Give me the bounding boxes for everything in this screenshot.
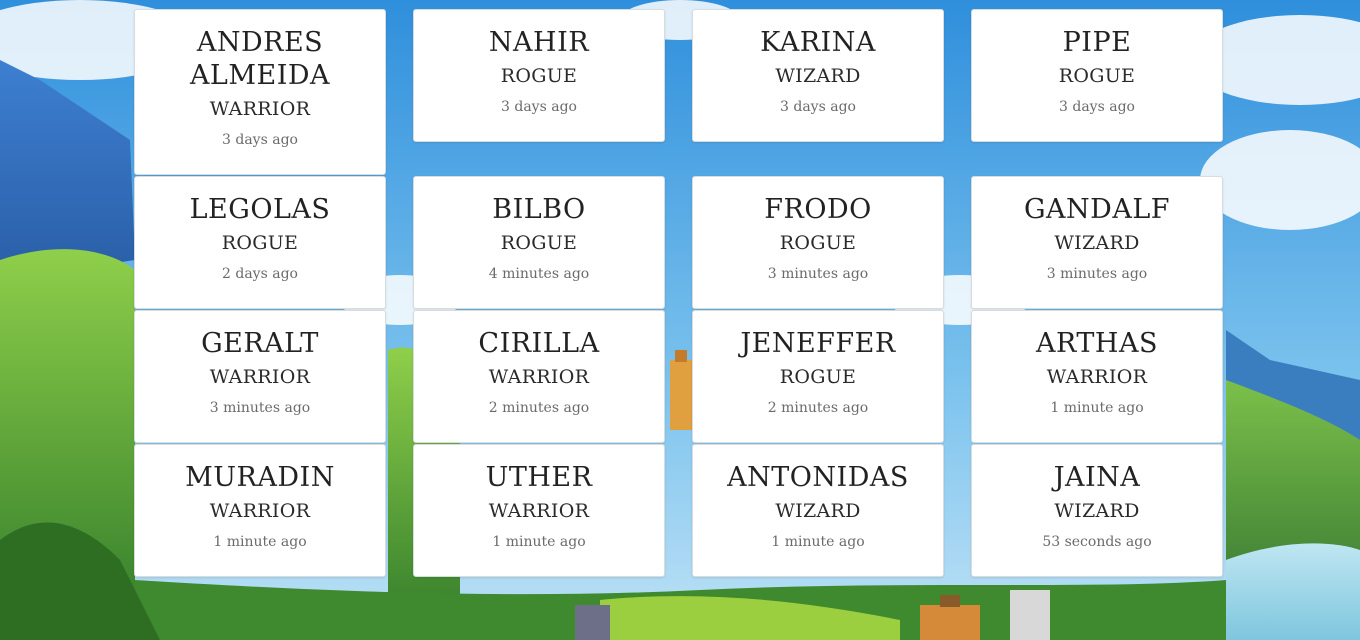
character-card[interactable]: JAINA WIZARD 53 seconds ago <box>971 444 1223 577</box>
character-card[interactable]: KARINA WIZARD 3 days ago <box>692 9 944 142</box>
character-name: PIPE <box>1062 27 1132 58</box>
character-timestamp: 3 days ago <box>501 99 577 115</box>
character-name: FRODO <box>764 194 872 225</box>
character-timestamp: 53 seconds ago <box>1042 534 1152 550</box>
character-name: JENEFFER <box>740 328 896 359</box>
character-name: JAINA <box>1053 462 1141 493</box>
character-class: ROGUE <box>221 232 299 254</box>
character-timestamp: 2 days ago <box>222 266 298 282</box>
character-class: WIZARD <box>1054 500 1140 522</box>
character-timestamp: 1 minute ago <box>492 534 586 550</box>
character-name: BILBO <box>492 194 586 225</box>
character-card[interactable]: FRODO ROGUE 3 minutes ago <box>692 176 944 309</box>
character-grid: ANDRES ALMEIDA WARRIOR 3 days ago NAHIR … <box>0 0 1360 640</box>
character-class: WARRIOR <box>209 98 311 120</box>
character-card[interactable]: PIPE ROGUE 3 days ago <box>971 9 1223 142</box>
character-card[interactable]: ARTHAS WARRIOR 1 minute ago <box>971 310 1223 443</box>
character-name: KARINA <box>760 27 876 58</box>
character-timestamp: 3 days ago <box>222 132 298 148</box>
character-timestamp: 2 minutes ago <box>488 400 590 416</box>
character-class: WIZARD <box>1054 232 1140 254</box>
character-name: MURADIN <box>185 462 335 493</box>
character-card[interactable]: UTHER WARRIOR 1 minute ago <box>413 444 665 577</box>
character-timestamp: 3 minutes ago <box>1046 266 1148 282</box>
character-card[interactable]: ANDRES ALMEIDA WARRIOR 3 days ago <box>134 9 386 175</box>
character-class: ROGUE <box>1058 65 1136 87</box>
character-class: WARRIOR <box>488 366 590 388</box>
character-class: WARRIOR <box>488 500 590 522</box>
character-name: ANTONIDAS <box>727 462 909 493</box>
character-class: ROGUE <box>500 232 578 254</box>
character-name: GANDALF <box>1023 194 1170 225</box>
character-card[interactable]: NAHIR ROGUE 3 days ago <box>413 9 665 142</box>
character-class: WARRIOR <box>1046 366 1148 388</box>
character-card[interactable]: ANTONIDAS WIZARD 1 minute ago <box>692 444 944 577</box>
character-class: WARRIOR <box>209 366 311 388</box>
character-timestamp: 1 minute ago <box>213 534 307 550</box>
character-card[interactable]: JENEFFER ROGUE 2 minutes ago <box>692 310 944 443</box>
character-timestamp: 3 days ago <box>1059 99 1135 115</box>
character-timestamp: 3 minutes ago <box>767 266 869 282</box>
character-class: ROGUE <box>779 366 857 388</box>
character-timestamp: 1 minute ago <box>771 534 865 550</box>
character-name: LEGOLAS <box>189 194 331 225</box>
character-class: ROGUE <box>500 65 578 87</box>
character-timestamp: 2 minutes ago <box>767 400 869 416</box>
character-class: ROGUE <box>779 232 857 254</box>
character-name: CIRILLA <box>478 328 600 359</box>
character-name: GERALT <box>201 328 319 359</box>
character-name: UTHER <box>485 462 593 493</box>
character-timestamp: 1 minute ago <box>1050 400 1144 416</box>
character-card[interactable]: LEGOLAS ROGUE 2 days ago <box>134 176 386 309</box>
character-card[interactable]: GANDALF WIZARD 3 minutes ago <box>971 176 1223 309</box>
character-class: WIZARD <box>775 500 861 522</box>
character-card[interactable]: CIRILLA WARRIOR 2 minutes ago <box>413 310 665 443</box>
character-class: WIZARD <box>775 65 861 87</box>
character-card[interactable]: MURADIN WARRIOR 1 minute ago <box>134 444 386 577</box>
character-timestamp: 4 minutes ago <box>488 266 590 282</box>
character-name: NAHIR <box>488 27 590 58</box>
character-name: ANDRES ALMEIDA <box>189 27 331 91</box>
character-card[interactable]: GERALT WARRIOR 3 minutes ago <box>134 310 386 443</box>
character-timestamp: 3 minutes ago <box>209 400 311 416</box>
character-card[interactable]: BILBO ROGUE 4 minutes ago <box>413 176 665 309</box>
character-timestamp: 3 days ago <box>780 99 856 115</box>
character-name: ARTHAS <box>1036 328 1158 359</box>
character-class: WARRIOR <box>209 500 311 522</box>
